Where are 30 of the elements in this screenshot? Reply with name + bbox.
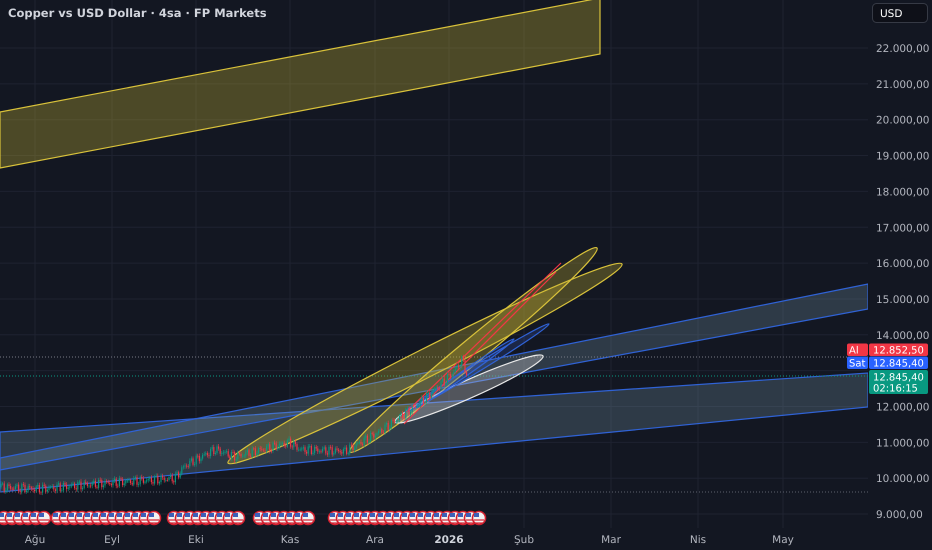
price-tag: 12.845,40	[869, 356, 928, 370]
time-label: Ara	[366, 534, 384, 546]
time-label: Eki	[188, 534, 204, 546]
time-label: 2026	[434, 534, 464, 546]
price-label: 20.000,00	[876, 114, 930, 127]
time-label: May	[772, 534, 794, 546]
price-label: 18.000,00	[876, 186, 930, 198]
time-label: Mar	[601, 534, 621, 546]
price-label: 10.000,00	[876, 473, 930, 486]
price-tag: 12.852,50	[869, 344, 928, 356]
price-label: 16.000,00	[876, 258, 930, 270]
price-label: 15.000,00	[876, 294, 930, 306]
currency-button[interactable]: USD	[872, 3, 928, 23]
price-label: 11.000,00	[876, 437, 930, 450]
price-label: 9.000,00	[876, 509, 923, 522]
price-label: 22.000,00	[876, 43, 930, 55]
price-label: 12.000,00	[876, 402, 930, 414]
price-label: 19.000,00	[876, 150, 930, 163]
time-label: Ağu	[24, 534, 46, 546]
time-label: Nis	[690, 534, 706, 546]
price-label: 14.000,00	[876, 330, 930, 342]
time-label: Kas	[280, 534, 300, 546]
order-label[interactable]: Al	[847, 344, 868, 356]
price-tag: 12.845,40 02:16:15	[869, 370, 928, 394]
order-label[interactable]: Sat	[847, 356, 868, 370]
time-label: Eyl	[104, 534, 120, 546]
time-label: Şub	[514, 534, 534, 546]
chart-title: Copper vs USD Dollar · 4sa · FP Markets	[8, 6, 267, 20]
price-label: 17.000,00	[876, 222, 930, 234]
price-label: 21.000,00	[876, 78, 930, 91]
